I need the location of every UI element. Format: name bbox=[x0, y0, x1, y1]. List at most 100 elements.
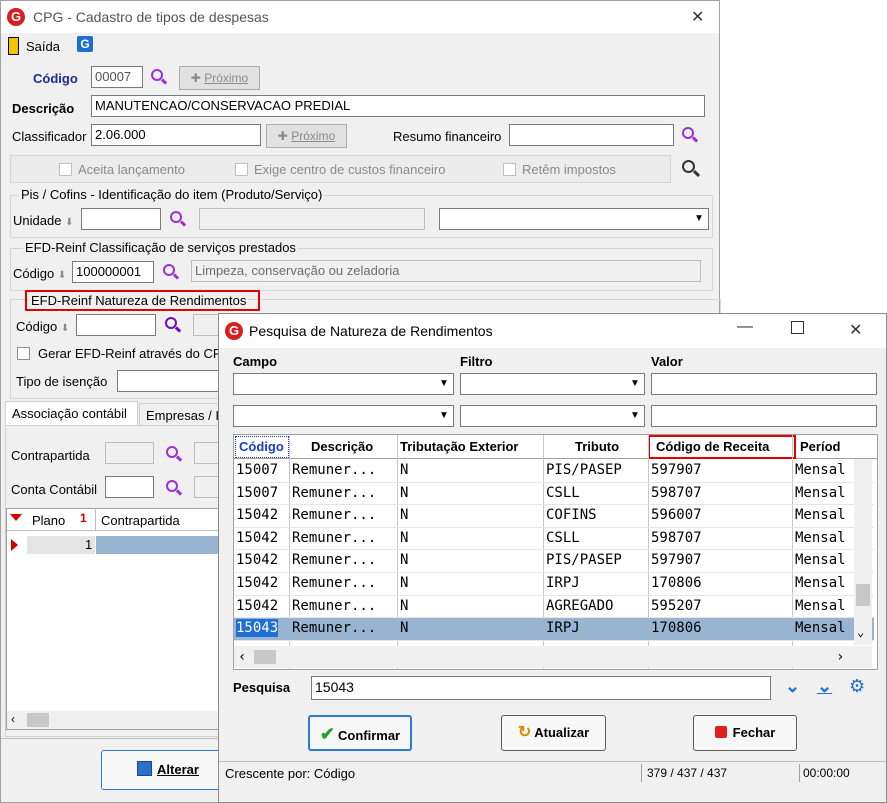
grid-cell: 15007 bbox=[236, 462, 279, 478]
settings-gear-icon[interactable]: ⚙ bbox=[849, 676, 865, 697]
grid-vscrollbar[interactable]: ⌄ bbox=[854, 459, 872, 645]
table-row[interactable]: 15042 Remuner... N IRPJ 170806 Mensal bbox=[234, 573, 874, 596]
zoom-icon[interactable] bbox=[682, 160, 701, 178]
resumo-search-icon[interactable] bbox=[682, 127, 699, 143]
table-row[interactable]: 1 bbox=[7, 536, 220, 554]
classificador-input[interactable]: 2.06.000 bbox=[91, 124, 261, 146]
contrapartida-header: Contrapartida bbox=[101, 513, 180, 528]
gerar-efd-checkbox[interactable] bbox=[17, 347, 30, 360]
tipo-isencao-input[interactable] bbox=[117, 370, 221, 392]
close-icon[interactable]: ✕ bbox=[691, 7, 704, 27]
chevron-left-icon[interactable]: ‹ bbox=[11, 712, 15, 726]
header-divider bbox=[95, 509, 96, 531]
col-tributacao-header[interactable]: Tributação Exterior bbox=[400, 439, 518, 454]
arrow-down-icon: ⬇ bbox=[57, 270, 67, 281]
atualizar-button[interactable]: ↻ Atualizar bbox=[501, 715, 606, 751]
campo-combo-1[interactable]: ▼ bbox=[233, 373, 454, 395]
chevron-down-icon[interactable]: ⌄ bbox=[857, 625, 864, 639]
contrapartida-search-icon[interactable] bbox=[166, 446, 183, 462]
table-row[interactable]: 15042 Remuner... N PIS/PASEP 597907 Mensal bbox=[234, 550, 874, 573]
efd-natureza-search-icon[interactable] bbox=[165, 317, 182, 333]
exige-checkbox[interactable] bbox=[235, 163, 248, 176]
refresh-g-icon[interactable]: G bbox=[77, 36, 93, 52]
col-tributo-header[interactable]: Tributo bbox=[575, 439, 619, 454]
grid-cell: 15007 bbox=[236, 484, 279, 501]
status-divider bbox=[799, 764, 800, 782]
codigo-next-label: Próximo bbox=[204, 71, 249, 85]
contrapartida-label: Contrapartida bbox=[11, 448, 90, 463]
grid-cell: 15043 bbox=[236, 619, 279, 638]
codigo-next-button[interactable]: ✚ Próximo bbox=[179, 66, 260, 90]
classificador-next-label: Próximo bbox=[291, 129, 336, 143]
chevron-down-icon: ▼ bbox=[630, 410, 640, 421]
filtro-combo-2[interactable]: ▼ bbox=[460, 405, 645, 427]
codigo-label: Código bbox=[33, 71, 78, 86]
chevron-left-icon[interactable]: ‹ bbox=[238, 649, 246, 665]
valor-input-1[interactable] bbox=[651, 373, 877, 395]
next-result-icon[interactable]: ⌄ bbox=[785, 676, 800, 697]
table-row[interactable]: 15042 Remuner... N COFINS 596007 Mensal bbox=[234, 505, 874, 528]
grid-cell: Remuner... bbox=[292, 507, 377, 524]
efd-class-codigo-input[interactable]: 100000001 bbox=[72, 261, 154, 283]
unidade-input[interactable] bbox=[81, 208, 161, 230]
grid-cell: AGREGADO bbox=[546, 597, 614, 614]
codigo-receita-highlight bbox=[648, 435, 796, 459]
grid-cell: N bbox=[400, 552, 409, 569]
arrow-down-icon: ⬇ bbox=[60, 323, 70, 334]
grid-cell: N bbox=[400, 529, 409, 546]
contrapartida-input[interactable] bbox=[105, 442, 154, 464]
exit-button[interactable]: Saída bbox=[26, 39, 60, 54]
valor-header: Valor bbox=[651, 354, 683, 369]
efd-class-codigo-label: Código ⬇ bbox=[13, 266, 66, 281]
aceita-checkbox[interactable] bbox=[59, 163, 72, 176]
table-hscrollbar[interactable]: ‹ bbox=[7, 711, 220, 729]
efd-class-search-icon[interactable] bbox=[163, 264, 180, 280]
unidade-label: Unidade ⬇ bbox=[13, 213, 73, 228]
grid-cell: 15042 bbox=[236, 575, 279, 591]
tab-associacao[interactable]: Associação contábil bbox=[5, 401, 138, 426]
scroll-thumb[interactable] bbox=[856, 584, 870, 606]
grid-hscrollbar[interactable]: ‹ › bbox=[234, 646, 872, 668]
campo-combo-2[interactable]: ▼ bbox=[233, 405, 454, 427]
table-row[interactable]: 15042 Remuner... N CSLL 598707 Mensal bbox=[234, 528, 874, 551]
table-row[interactable]: 15042 Remuner... N AGREGADO 595207 Mensal bbox=[234, 596, 874, 619]
maximize-icon[interactable] bbox=[791, 321, 804, 334]
efd-natureza-codigo-input[interactable] bbox=[76, 314, 156, 336]
unidade-combo[interactable]: ▼ bbox=[439, 208, 709, 230]
resumo-financeiro-input[interactable] bbox=[509, 124, 674, 146]
classificador-next-button[interactable]: ✚ Próximo bbox=[266, 124, 347, 148]
table-row[interactable]: 15043 Remuner... N IRPJ 170806 Mensal bbox=[234, 618, 874, 641]
last-result-icon[interactable]: ⌄ bbox=[817, 676, 832, 697]
minimize-icon[interactable]: — bbox=[737, 318, 753, 336]
scroll-thumb[interactable] bbox=[254, 650, 276, 664]
confirmar-button[interactable]: ✔ Confirmar bbox=[308, 715, 412, 751]
results-grid[interactable]: Código Descrição Tributação Exterior Tri… bbox=[233, 434, 878, 670]
fechar-button[interactable]: Fechar bbox=[693, 715, 797, 751]
tab-empresas[interactable]: Empresas / I bbox=[139, 403, 221, 426]
pesquisa-input[interactable]: 15043 bbox=[311, 676, 771, 700]
codigo-input[interactable]: 00007 bbox=[91, 66, 143, 88]
descricao-input[interactable]: MANUTENCAO/CONSERVACAO PREDIAL bbox=[91, 95, 705, 117]
alterar-button[interactable]: Alterar bbox=[101, 750, 235, 790]
exit-icon[interactable] bbox=[8, 37, 19, 55]
valor-input-2[interactable] bbox=[651, 405, 877, 427]
close-icon[interactable]: ✕ bbox=[849, 320, 862, 340]
col-periodo-header[interactable]: Períod bbox=[800, 439, 840, 454]
scroll-thumb[interactable] bbox=[27, 713, 49, 727]
conta-contabil-input[interactable] bbox=[105, 476, 154, 498]
conta-contabil-search-icon[interactable] bbox=[166, 480, 183, 496]
grid-cell: 170806 bbox=[651, 575, 702, 591]
chevron-right-icon[interactable]: › bbox=[836, 649, 844, 665]
contrapartida-table[interactable]: Plano 1 Contrapartida 1 ‹ bbox=[6, 508, 221, 730]
table-row[interactable]: 15007 Remuner... N CSLL 598707 Mensal bbox=[234, 483, 874, 506]
filtro-combo-1[interactable]: ▼ bbox=[460, 373, 645, 395]
unidade-search-icon[interactable] bbox=[170, 211, 187, 227]
alterar-label: Alterar bbox=[157, 762, 199, 777]
grid-cell: 15042 bbox=[236, 597, 279, 614]
codigo-search-icon[interactable] bbox=[151, 69, 168, 85]
tipo-isencao-label: Tipo de isenção bbox=[16, 374, 108, 389]
dialog-title: Pesquisa de Natureza de Rendimentos bbox=[249, 323, 493, 339]
retem-checkbox[interactable] bbox=[503, 163, 516, 176]
col-descricao-header[interactable]: Descrição bbox=[311, 439, 373, 454]
table-row[interactable]: 15007 Remuner... N PIS/PASEP 597907 Mensal bbox=[234, 460, 874, 483]
